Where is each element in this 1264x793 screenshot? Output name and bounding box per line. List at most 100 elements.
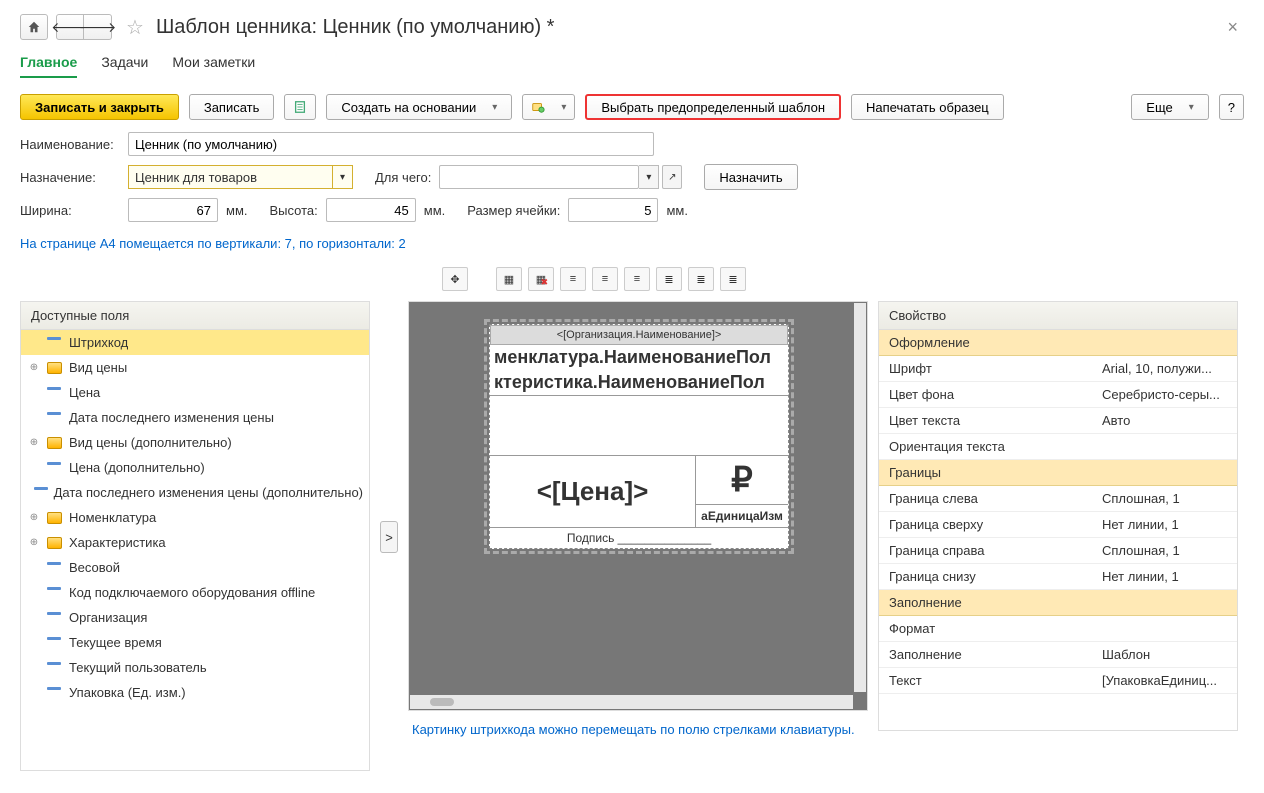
tree-item-label: Код подключаемого оборудования offline — [69, 585, 315, 600]
forward-button[interactable]: 🡒 — [84, 14, 112, 40]
close-button[interactable]: × — [1221, 17, 1244, 38]
property-row[interactable]: Формат — [879, 616, 1237, 642]
align-center-button[interactable]: ≡ — [592, 267, 618, 291]
help-button[interactable]: ? — [1219, 94, 1244, 120]
forwhat-open-button[interactable]: ↗ — [662, 165, 682, 189]
select-template-button[interactable]: Выбрать предопределенный шаблон — [585, 94, 841, 120]
align-right-button[interactable]: ≡ — [624, 267, 650, 291]
height-input[interactable] — [326, 198, 416, 222]
tab-tasks[interactable]: Задачи — [101, 54, 148, 78]
property-name: Граница сверху — [889, 517, 1102, 532]
expander-icon[interactable]: ⊕ — [27, 537, 41, 548]
canvas-scrollbar-vertical[interactable] — [854, 303, 866, 692]
property-row[interactable]: Граница снизуНет линии, 1 — [879, 564, 1237, 590]
align-left-button[interactable]: ≡ — [560, 267, 586, 291]
property-row[interactable]: Граница сверхуНет линии, 1 — [879, 512, 1237, 538]
tree-item[interactable]: Упаковка (Ед. изм.) — [21, 680, 369, 705]
tab-notes[interactable]: Мои заметки — [172, 54, 255, 78]
template-currency-cell[interactable]: ₽ — [696, 456, 788, 504]
save-button[interactable]: Записать — [189, 94, 275, 120]
property-name: Граница справа — [889, 543, 1102, 558]
property-row[interactable]: Граница слеваСплошная, 1 — [879, 486, 1237, 512]
tree-item[interactable]: ⊕Характеристика — [21, 530, 369, 555]
property-value: [УпаковкаЕдиниц... — [1102, 673, 1227, 688]
tree-item[interactable]: Текущий пользователь — [21, 655, 369, 680]
expander-icon[interactable]: ⊕ — [27, 512, 41, 523]
justify-center-button[interactable]: ≣ — [688, 267, 714, 291]
tree-item[interactable]: Текущее время — [21, 630, 369, 655]
report-button[interactable] — [284, 94, 316, 120]
tree-item-label: Текущий пользователь — [69, 660, 207, 675]
template-price-cell[interactable]: <[Цена]> — [490, 456, 696, 527]
canvas[interactable]: <[Организация.Наименование]> менклатура.… — [408, 301, 868, 711]
property-row[interactable]: Текст[УпаковкаЕдиниц... — [879, 668, 1237, 694]
label-template[interactable]: <[Организация.Наименование]> менклатура.… — [489, 324, 789, 549]
justify-left-button[interactable]: ≣ — [656, 267, 682, 291]
property-row[interactable]: Цвет фонаСеребристо-серы... — [879, 382, 1237, 408]
justify-right-button[interactable]: ≣ — [720, 267, 746, 291]
properties-panel-header: Свойство — [879, 302, 1237, 330]
tree-item[interactable]: Цена — [21, 380, 369, 405]
forwhat-input[interactable] — [439, 165, 639, 189]
tree-item[interactable]: Дата последнего изменения цены (дополнит… — [21, 480, 369, 505]
template-org-cell[interactable]: <[Организация.Наименование]> — [490, 325, 788, 345]
create-based-button[interactable]: Создать на основании — [326, 94, 512, 120]
width-input[interactable] — [128, 198, 218, 222]
property-row[interactable]: ЗаполнениеШаблон — [879, 642, 1237, 668]
tree-item[interactable]: ⊕Вид цены (дополнительно) — [21, 430, 369, 455]
tree-item[interactable]: Весовой — [21, 555, 369, 580]
tree-item[interactable]: ⊕Номенклатура — [21, 505, 369, 530]
properties-list[interactable]: ОформлениеШрифтArial, 10, полужи...Цвет … — [879, 330, 1237, 730]
template-name-line2[interactable]: ктеристика.НаименованиеПол — [490, 370, 788, 395]
tree-item[interactable]: Организация — [21, 605, 369, 630]
template-unit-cell[interactable]: аЕдиницаИзм — [696, 504, 788, 527]
move-tool-button[interactable]: ✥ — [442, 267, 468, 291]
forwhat-label: Для чего: — [375, 170, 431, 185]
expander-icon[interactable]: ⊕ — [27, 437, 41, 448]
favorite-icon[interactable]: ☆ — [126, 15, 144, 40]
property-row[interactable]: Цвет текстаАвто — [879, 408, 1237, 434]
purpose-value: Ценник для товаров — [135, 170, 257, 185]
grid-add-button[interactable]: ▦ — [496, 267, 522, 291]
property-row[interactable]: Ориентация текста — [879, 434, 1237, 460]
expander-icon[interactable]: ⊕ — [27, 362, 41, 373]
height-unit: мм. — [424, 203, 446, 218]
tree-item[interactable]: Код подключаемого оборудования offline — [21, 580, 369, 605]
tree-item[interactable]: ⊕ Вид цены — [21, 355, 369, 380]
purpose-dropdown-button[interactable]: ▾ — [333, 165, 353, 189]
template-spacer[interactable] — [490, 395, 788, 455]
property-row[interactable]: Граница справаСплошная, 1 — [879, 538, 1237, 564]
canvas-scrollbar-horizontal[interactable] — [410, 695, 853, 709]
purpose-select[interactable]: Ценник для товаров — [128, 165, 333, 189]
home-button[interactable] — [20, 14, 48, 40]
field-icon — [47, 587, 61, 590]
more-button[interactable]: Еще — [1131, 94, 1208, 120]
cell-input[interactable] — [568, 198, 658, 222]
template-sign-cell[interactable]: Подпись ______________ — [490, 527, 788, 548]
tree-item[interactable]: Дата последнего изменения цены — [21, 405, 369, 430]
assign-button[interactable]: Назначить — [704, 164, 797, 190]
tree-item-label: Вид цены — [69, 360, 127, 375]
fields-panel-header: Доступные поля — [21, 302, 369, 330]
property-row[interactable]: ШрифтArial, 10, полужи... — [879, 356, 1237, 382]
field-icon — [47, 412, 61, 415]
canvas-hint: Картинку штрихкода можно перемещать по п… — [408, 711, 868, 749]
field-icon — [34, 487, 48, 490]
grid-remove-button[interactable]: ▦✖ — [528, 267, 554, 291]
print-sample-button[interactable]: Напечатать образец — [851, 94, 1004, 120]
fields-tree[interactable]: Штрихкод⊕Вид ценыЦенаДата последнего изм… — [21, 330, 369, 770]
name-label: Наименование: — [20, 137, 120, 152]
tree-item[interactable]: Штрихкод — [21, 330, 369, 355]
property-section-header: Заполнение — [879, 590, 1237, 616]
property-name: Текст — [889, 673, 1102, 688]
forwhat-dropdown-button[interactable]: ▾ — [639, 165, 659, 189]
attach-button[interactable] — [522, 94, 575, 120]
template-name-line1[interactable]: менклатура.НаименованиеПол — [490, 345, 788, 370]
tree-item[interactable]: Цена (дополнительно) — [21, 455, 369, 480]
tab-main[interactable]: Главное — [20, 54, 77, 78]
property-value: Arial, 10, полужи... — [1102, 361, 1227, 376]
save-close-button[interactable]: Записать и закрыть — [20, 94, 179, 120]
name-input[interactable] — [128, 132, 654, 156]
splitter-button[interactable]: > — [380, 521, 398, 553]
property-value: Нет линии, 1 — [1102, 569, 1227, 584]
